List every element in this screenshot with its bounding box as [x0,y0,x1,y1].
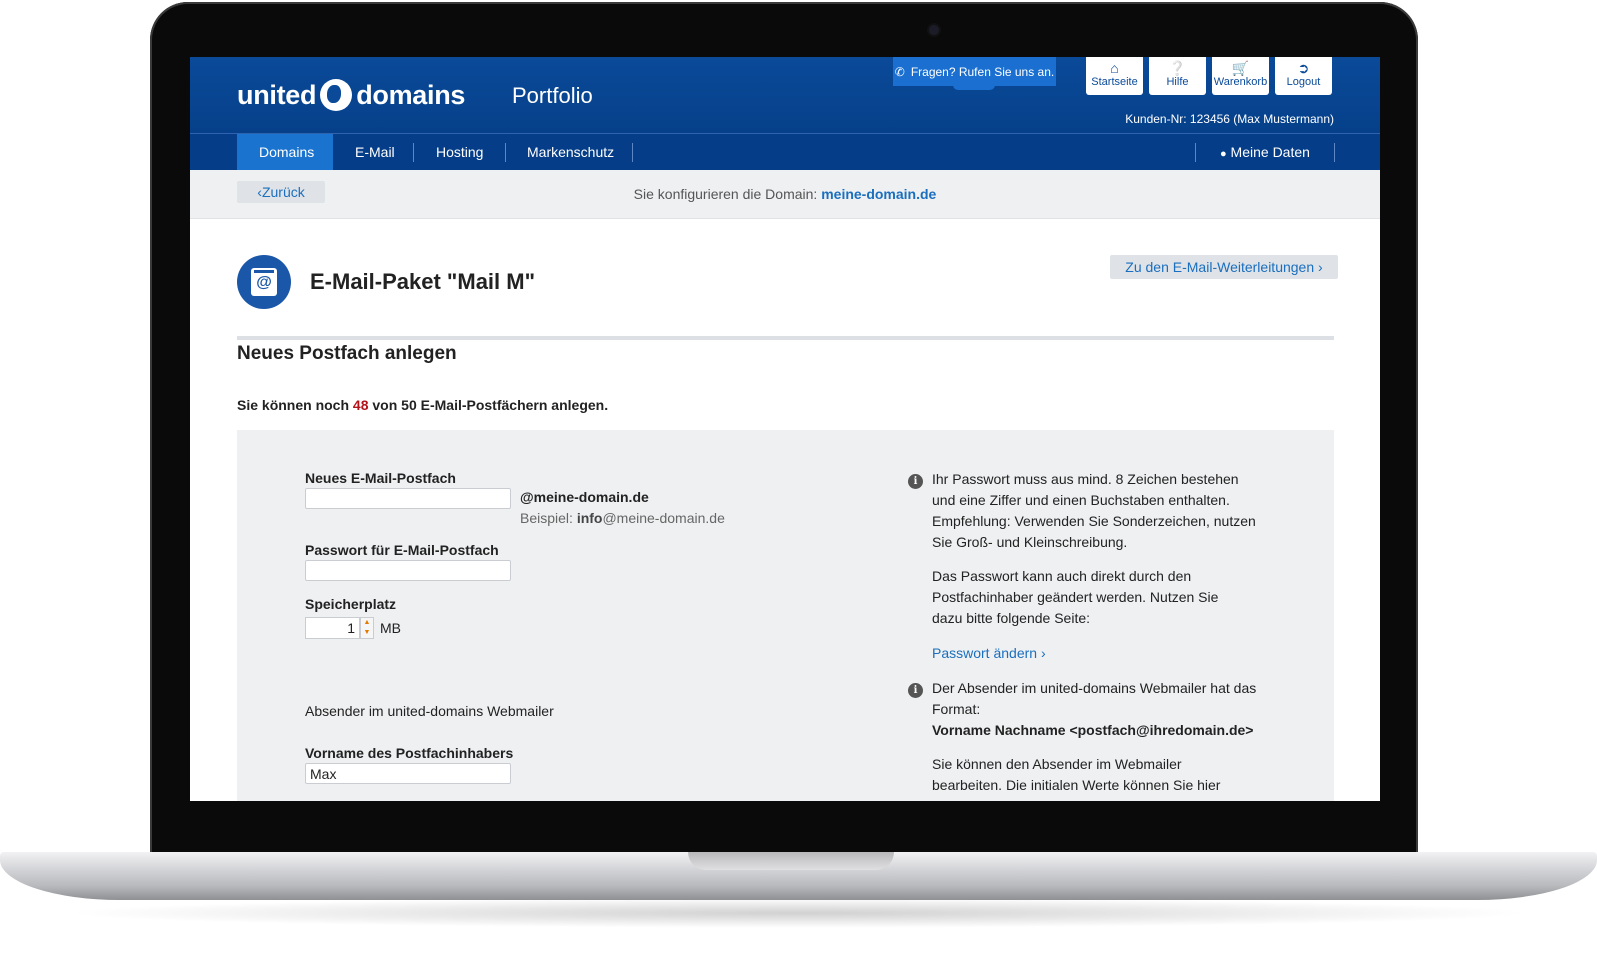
nav-divider [632,143,633,162]
example-rest: @meine-domain.de [602,510,725,526]
sender-format-intro: Der Absender im united-domains Webmailer… [932,680,1257,717]
site-header: united domains Portfolio ✆ Fragen? Rufen… [190,57,1380,133]
email-package-icon: @ [237,255,291,309]
logo-text-left: united [237,79,317,110]
laptop-notch [688,852,894,870]
help-icon: ❔ [1168,60,1187,76]
quota-suffix: von 50 E-Mail-Postfächern anlegen. [372,397,609,413]
home-icon: ⌂ [1110,60,1119,76]
mailbox-example: Beispiel: info@meine-domain.de [520,510,725,526]
info-icon: i [908,474,923,489]
logout-label: Logout [1286,76,1321,88]
sender-format-example: Vorname Nachname <postfach@ihredomain.de… [932,722,1254,738]
laptop-shadow [60,898,1537,928]
quota-remaining: 48 [352,397,369,413]
chevron-right-icon: › [1040,645,1046,661]
main-nav: Domains E-Mail Hosting Markenschutz ● Me… [190,133,1380,171]
home-label: Startseite [1091,76,1138,88]
firstname-label: Vorname des Postfachinhabers [305,745,514,761]
help-label: Hilfe [1166,76,1189,88]
customer-number: Kunden-Nr: 123456 (Max Mustermann) [1125,112,1334,126]
password-change-link[interactable]: Passwort ändern › [932,645,1046,661]
sender-heading: Absender im united-domains Webmailer [305,703,554,719]
phone-contact-label: Fragen? Rufen Sie uns an. [910,64,1055,79]
password-label: Passwort für E-Mail-Postfach [305,542,499,558]
mailbox-name-label: Neues E-Mail-Postfach [305,470,456,486]
nav-tab-hosting[interactable]: Hosting [414,134,505,171]
stepper-down-icon[interactable]: ▼ [361,628,373,638]
cart-label: Warenkorb [1213,76,1268,88]
config-prefix: Sie konfigurieren die Domain: [633,186,818,202]
cart-icon: 🛒 [1231,60,1250,76]
cart-button[interactable]: 🛒 Warenkorb [1212,57,1269,95]
mailbox-form: Neues E-Mail-Postfach @meine-domain.de B… [237,430,1334,801]
example-bold: info [576,510,603,526]
nav-my-data[interactable]: ● Meine Daten [1196,134,1332,171]
example-prefix: Beispiel: [520,510,573,526]
mailbox-quota-text: Sie können noch 48 von 50 E-Mail-Postfäc… [237,397,608,413]
section-divider [237,336,1334,340]
quota-prefix: Sie können noch [237,397,350,413]
info-icon: i [908,683,923,698]
phone-tab-handle [953,85,995,90]
storage-value[interactable]: 1 [305,617,360,639]
nav-my-data-label: Meine Daten [1230,144,1310,160]
logout-button[interactable]: ➲ Logout [1275,57,1332,95]
chevron-right-icon: › [1318,259,1323,275]
stepper-arrows[interactable]: ▲ ▼ [360,617,374,639]
nav-tab-domains[interactable]: Domains [237,134,333,171]
firstname-input[interactable] [305,763,511,784]
email-forwarding-button[interactable]: Zu den E-Mail-Weiterleitungen › [1110,255,1338,279]
password-change-hint: Das Passwort kann auch direkt durch den … [932,568,1219,626]
storage-label: Speicherplatz [305,596,397,612]
camera-icon [929,25,939,35]
mailbox-name-input[interactable] [305,488,511,509]
config-domain-text: Sie konfigurieren die Domain: meine-doma… [190,186,1380,202]
help-button[interactable]: ❔ Hilfe [1149,57,1206,95]
email-forwarding-label: Zu den E-Mail-Weiterleitungen [1125,259,1315,275]
logo-text-right: domains [356,79,466,110]
sender-edit-hint: Sie können den Absender im Webmailer bea… [932,756,1221,801]
user-icon: ● [1220,148,1227,160]
page-title: E-Mail-Paket "Mail M" [310,269,536,294]
password-rules-hint: Ihr Passwort muss aus mind. 8 Zeichen be… [932,471,1256,550]
nav-tab-email[interactable]: E-Mail [333,134,417,171]
password-change-label: Passwort ändern [932,645,1038,661]
sender-format-hint: Der Absender im united-domains Webmailer… [932,678,1262,741]
globe-icon [320,79,353,111]
product-title: Portfolio [512,83,593,108]
nav-tab-markenschutz[interactable]: Markenschutz [505,134,636,171]
at-sign-icon: @ [251,268,277,296]
logout-icon: ➲ [1297,60,1310,76]
home-button[interactable]: ⌂ Startseite [1086,57,1143,95]
config-domain-link[interactable]: meine-domain.de [821,186,936,202]
nav-divider [1334,143,1335,162]
united-domains-logo[interactable]: united domains [237,75,465,115]
password-input[interactable] [305,560,511,581]
phone-icon: ✆ [894,64,905,79]
section-title: Neues Postfach anlegen [237,343,457,364]
stepper-up-icon[interactable]: ▲ [361,618,373,628]
phone-contact-button[interactable]: ✆ Fragen? Rufen Sie uns an. [893,57,1056,90]
storage-stepper[interactable]: 1 ▲ ▼ [305,617,375,639]
browser-screen: united domains Portfolio ✆ Fragen? Rufen… [190,57,1380,801]
config-bar: ‹Zurück Sie konfigurieren die Domain: me… [190,170,1380,219]
domain-suffix: @meine-domain.de [520,489,649,505]
storage-unit: MB [380,620,401,636]
